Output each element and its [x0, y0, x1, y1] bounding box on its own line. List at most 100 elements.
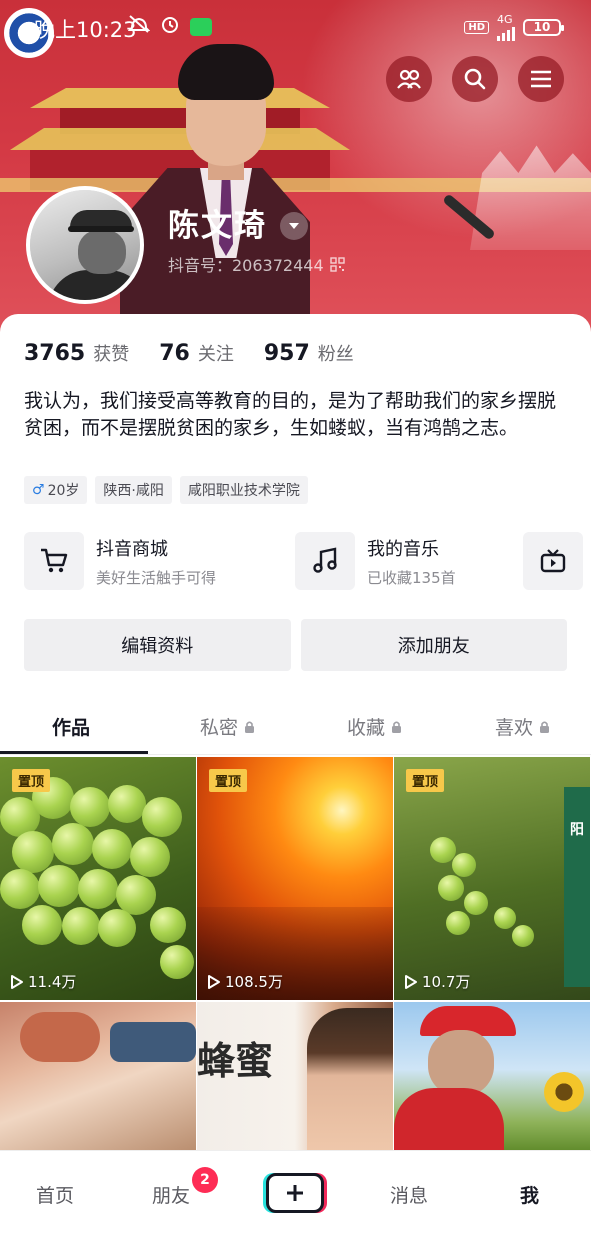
hamburger-icon: [531, 70, 551, 88]
douyin-id-text: 抖音号：206372444: [168, 256, 324, 275]
qrcode-icon[interactable]: [329, 256, 345, 272]
stat-followers[interactable]: 957 粉丝: [264, 340, 354, 366]
following-label: 关注: [197, 344, 234, 365]
pinned-badge: 置顶: [209, 769, 248, 792]
profile-actions: 编辑资料 添加朋友: [24, 619, 567, 671]
friends-badge: 2: [192, 1167, 218, 1193]
tab-favorites-label: 收藏: [347, 717, 386, 739]
video-item[interactable]: [0, 1002, 196, 1152]
nav-home[interactable]: 首页: [36, 1181, 74, 1208]
edit-profile-button[interactable]: 编辑资料: [24, 619, 291, 671]
profile-bio: 我认为，我们接受高等教育的目的，是为了帮助我们的家乡摆脱贫困，而不是摆脱贫困的家…: [24, 390, 557, 439]
video-item[interactable]: 蜂蜜: [197, 1002, 393, 1152]
shortcut-music[interactable]: 我的音乐 已收藏135首: [295, 532, 456, 590]
pinned-badge: 置顶: [12, 769, 51, 792]
hd-icon: HD: [464, 21, 489, 34]
music-icon: [295, 532, 355, 590]
cover-palace: [10, 128, 350, 150]
video-overlay-text: 蜂蜜: [197, 1038, 274, 1083]
friends-icon-button[interactable]: [386, 56, 432, 102]
video-thumbnail: [394, 757, 590, 1000]
nav-messages[interactable]: 消息: [390, 1181, 428, 1208]
likes-label: 获赞: [93, 344, 130, 365]
status-right: HD 4G 10: [464, 14, 564, 41]
stat-following[interactable]: 76 关注: [159, 340, 234, 366]
active-tab-indicator: [0, 751, 148, 754]
tab-favorites[interactable]: 收藏: [347, 713, 402, 740]
pinned-badge: 置顶: [406, 769, 445, 792]
network-label: 4G: [497, 13, 513, 26]
cart-icon: [24, 532, 84, 590]
male-icon: ♂: [32, 482, 45, 498]
nav-friends[interactable]: 朋友: [152, 1181, 190, 1208]
tab-works[interactable]: 作品: [52, 713, 90, 740]
profile-name: 陈文琦: [168, 208, 267, 244]
shortcut-music-subtitle: 已收藏135首: [367, 568, 456, 587]
plus-icon: [287, 1185, 303, 1201]
profile-stats: 3765 获赞 76 关注 957 粉丝: [24, 340, 354, 366]
shortcut-row: 抖音商城 美好生活触手可得 我的音乐 已收藏135首: [24, 532, 591, 594]
profile-panel: 3765 获赞 76 关注 957 粉丝 我认为，我们接受高等教育的目的，是为了…: [0, 314, 591, 1233]
view-count: 10.7万: [404, 971, 470, 992]
nav-me[interactable]: 我: [520, 1181, 539, 1208]
mute-icon: [127, 14, 151, 39]
play-icon: [405, 974, 417, 989]
video-item[interactable]: 阳 置顶 10.7万: [394, 757, 590, 1000]
people-icon: [397, 69, 421, 89]
tab-works-label: 作品: [52, 717, 91, 739]
likes-count: 3765: [24, 341, 86, 366]
stat-likes[interactable]: 3765 获赞: [24, 340, 129, 366]
shortcut-music-title: 我的音乐: [367, 538, 439, 560]
tab-private[interactable]: 私密: [200, 713, 255, 740]
profile-tags: ♂ 20岁 陕西·咸阳 咸阳职业技术学院: [24, 476, 308, 504]
view-count-text: 10.7万: [422, 973, 471, 991]
play-icon: [11, 974, 23, 989]
lock-icon: [540, 720, 550, 733]
video-item[interactable]: 置顶 11.4万: [0, 757, 196, 1000]
search-icon: [464, 68, 486, 90]
avatar[interactable]: [26, 186, 144, 304]
lock-icon: [245, 720, 255, 733]
search-button[interactable]: [452, 56, 498, 102]
shortcut-mall[interactable]: 抖音商城 美好生活触手可得: [24, 532, 216, 590]
wechat-icon: [190, 17, 212, 36]
tab-likes[interactable]: 喜欢: [495, 713, 550, 740]
profile-cover[interactable]: 晚上10:23 HD 4G 10 陈文琦 抖音号：206372444: [0, 0, 591, 340]
add-friends-button[interactable]: 添加朋友: [300, 619, 567, 671]
battery-icon: 10: [523, 19, 564, 36]
sign-text: 阳: [570, 822, 584, 838]
age-tag: ♂ 20岁: [24, 476, 88, 504]
status-time: 晚上10:23: [34, 18, 137, 42]
play-icon: [208, 974, 220, 989]
alarm-icon: [160, 14, 180, 39]
view-count: 11.4万: [10, 971, 76, 992]
douyin-id[interactable]: 抖音号：206372444: [168, 252, 345, 276]
followers-label: 粉丝: [317, 344, 354, 365]
shortcut-mall-subtitle: 美好生活触手可得: [96, 568, 217, 587]
account-switch-button[interactable]: [280, 212, 308, 240]
following-count: 76: [159, 341, 190, 366]
video-item[interactable]: 置顶 108.5万: [197, 757, 393, 1000]
shortcut-mall-title: 抖音商城: [96, 538, 168, 560]
tab-private-label: 私密: [200, 717, 239, 739]
lock-icon: [392, 720, 402, 733]
caret-down-icon: [289, 223, 299, 229]
content-tabs: 作品 私密 收藏 喜欢: [0, 699, 591, 755]
view-count-text: 11.4万: [28, 973, 77, 991]
school-tag[interactable]: 咸阳职业技术学院: [179, 476, 308, 504]
status-icons: [127, 14, 212, 39]
shortcut-tv[interactable]: [523, 532, 583, 590]
create-button[interactable]: [266, 1173, 324, 1213]
signal-icon: 4G: [497, 14, 515, 41]
view-count: 108.5万: [207, 971, 283, 992]
tab-likes-label: 喜欢: [495, 717, 534, 739]
video-item[interactable]: [394, 1002, 590, 1152]
tv-icon: [523, 532, 583, 590]
followers-count: 957: [263, 341, 310, 366]
status-bar: 晚上10:23 HD 4G 10: [0, 0, 591, 58]
view-count-text: 108.5万: [225, 973, 283, 991]
location-tag: 陕西·咸阳: [95, 476, 172, 504]
menu-button[interactable]: [518, 56, 564, 102]
age-text: 20岁: [47, 483, 80, 499]
cover-person: [178, 44, 274, 100]
